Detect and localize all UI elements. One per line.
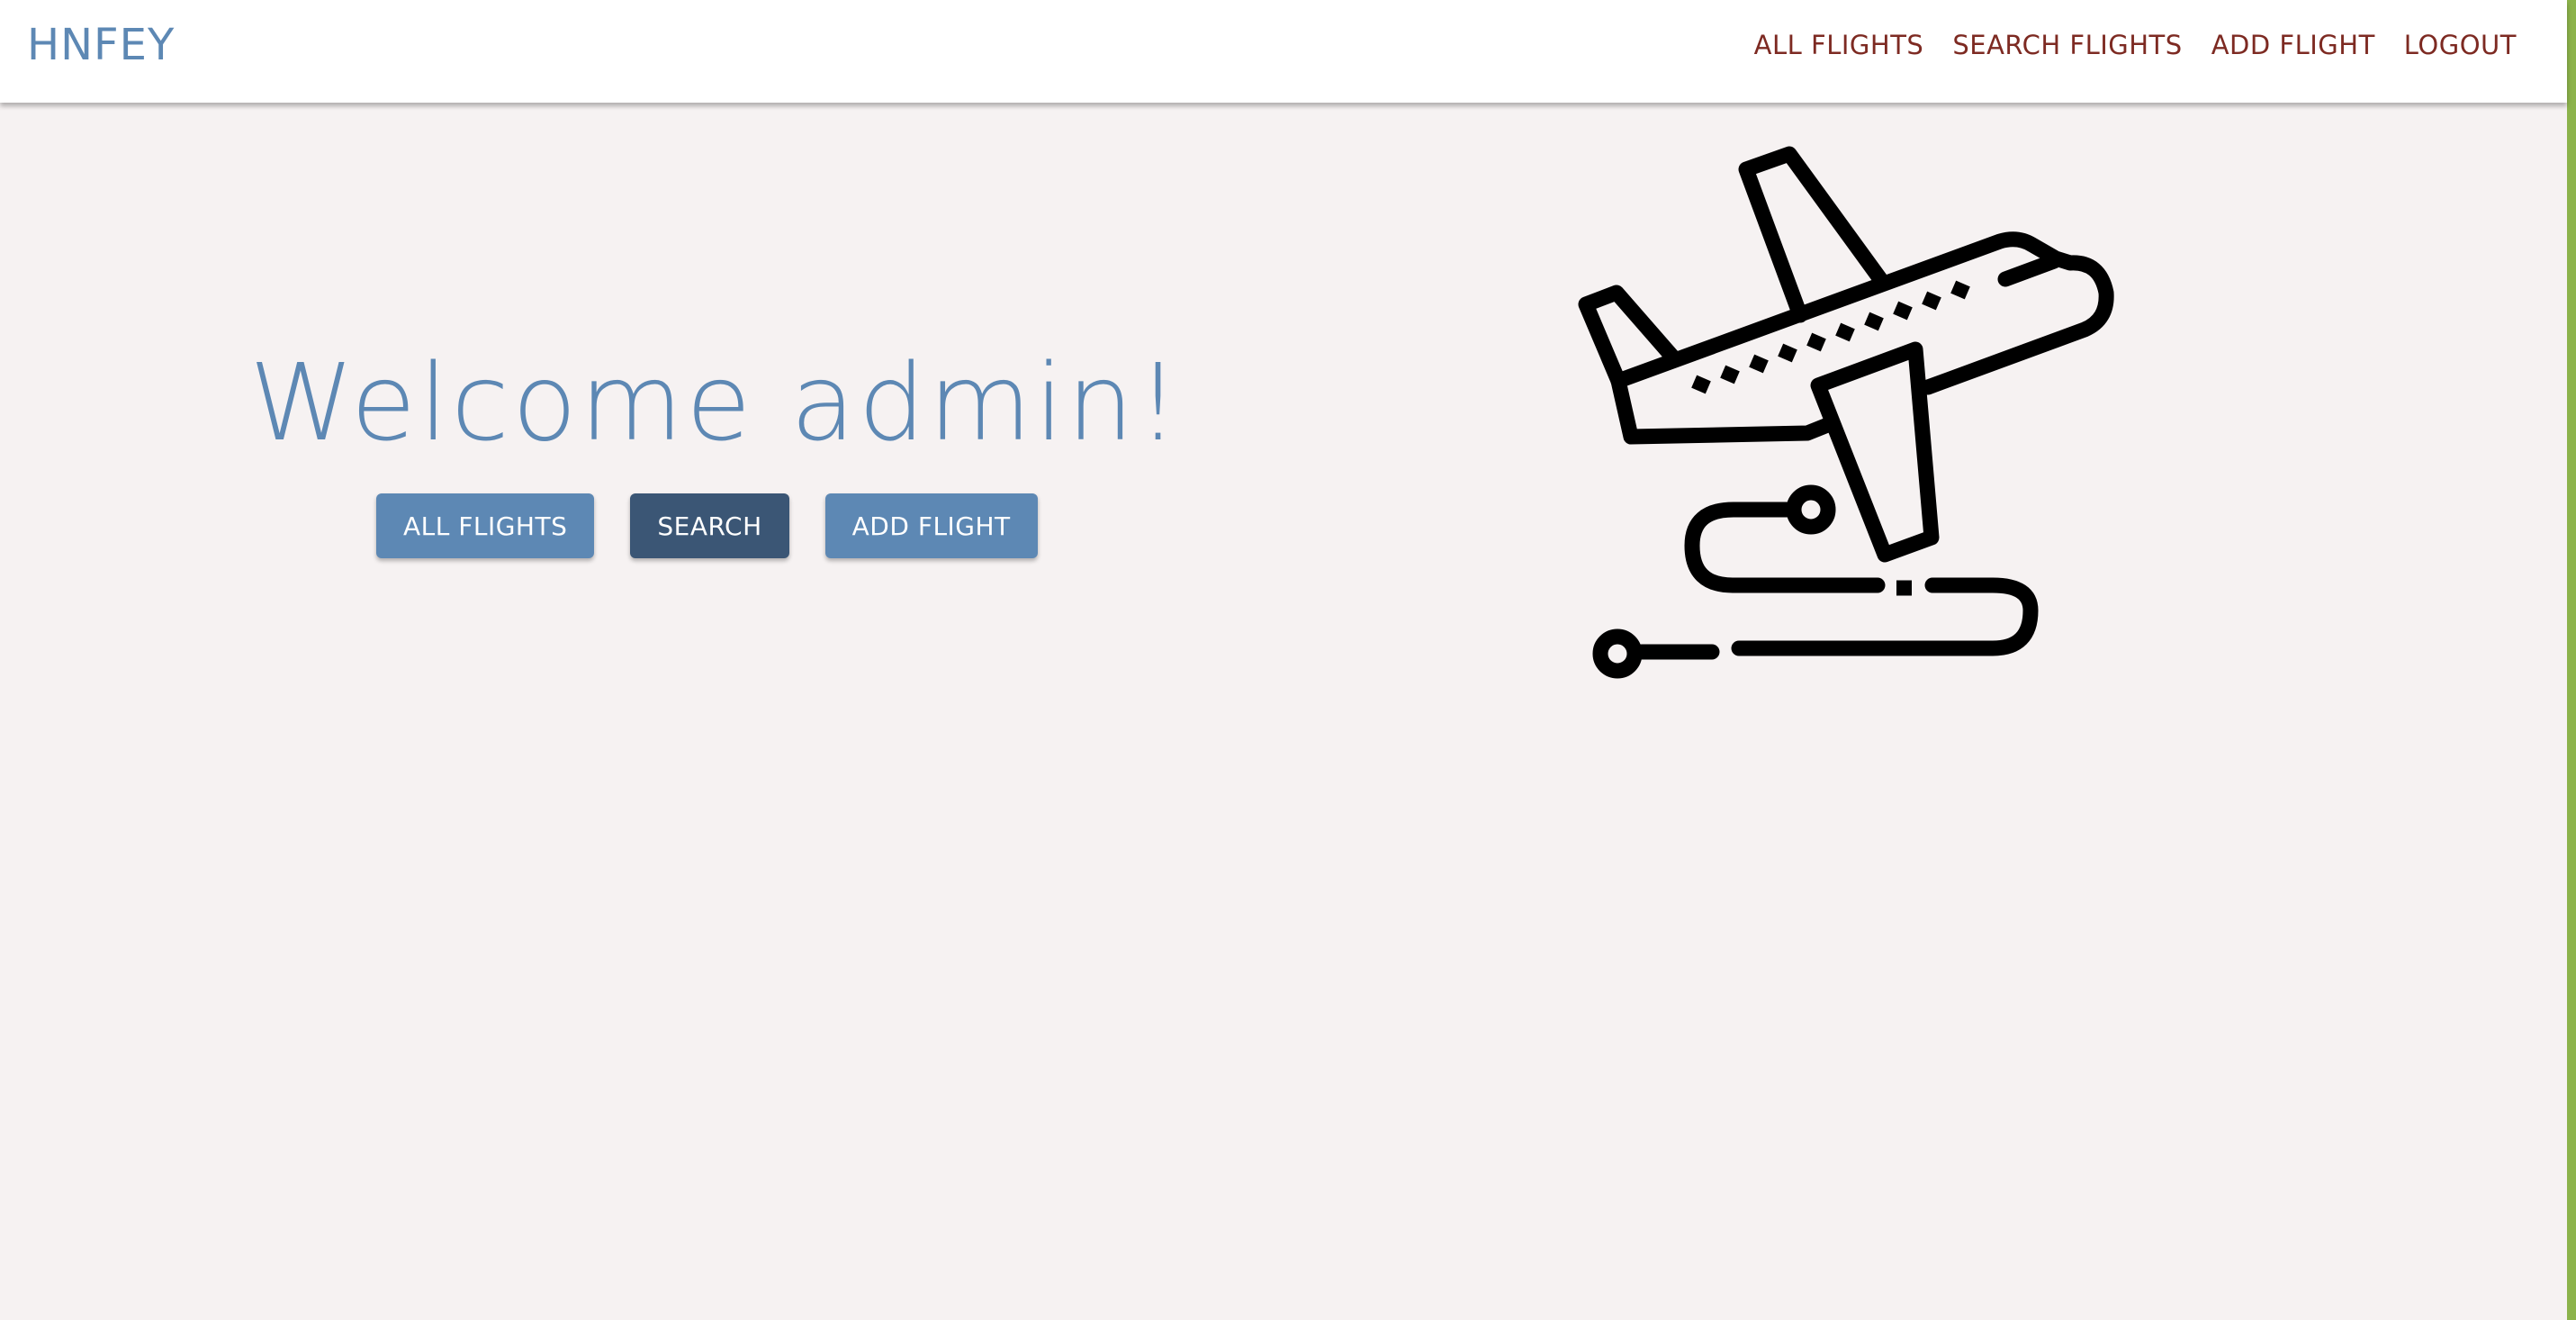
- nav-add-flight[interactable]: ADD FLIGHT: [2211, 30, 2375, 60]
- nav-links: ALL FLIGHTS SEARCH FLIGHTS ADD FLIGHT LO…: [1754, 30, 2517, 60]
- navbar: HNFEY ALL FLIGHTS SEARCH FLIGHTS ADD FLI…: [0, 0, 2567, 103]
- nav-logout[interactable]: LOGOUT: [2404, 30, 2517, 60]
- nav-search-flights[interactable]: SEARCH FLIGHTS: [1952, 30, 2182, 60]
- airplane-takeoff-icon: [1578, 146, 2114, 679]
- scrollbar-accent: [2567, 0, 2576, 1320]
- nav-all-flights[interactable]: ALL FLIGHTS: [1754, 30, 1924, 60]
- add-flight-button[interactable]: ADD FLIGHT: [824, 493, 1038, 558]
- action-buttons: ALL FLIGHTS SEARCH ADD FLIGHT: [376, 493, 1038, 558]
- brand-logo[interactable]: HNFEY: [27, 20, 175, 70]
- page: HNFEY ALL FLIGHTS SEARCH FLIGHTS ADD FLI…: [0, 0, 2576, 1320]
- all-flights-button[interactable]: ALL FLIGHTS: [376, 493, 595, 558]
- search-button[interactable]: SEARCH: [630, 493, 789, 558]
- welcome-heading: Welcome admin!: [248, 340, 1183, 465]
